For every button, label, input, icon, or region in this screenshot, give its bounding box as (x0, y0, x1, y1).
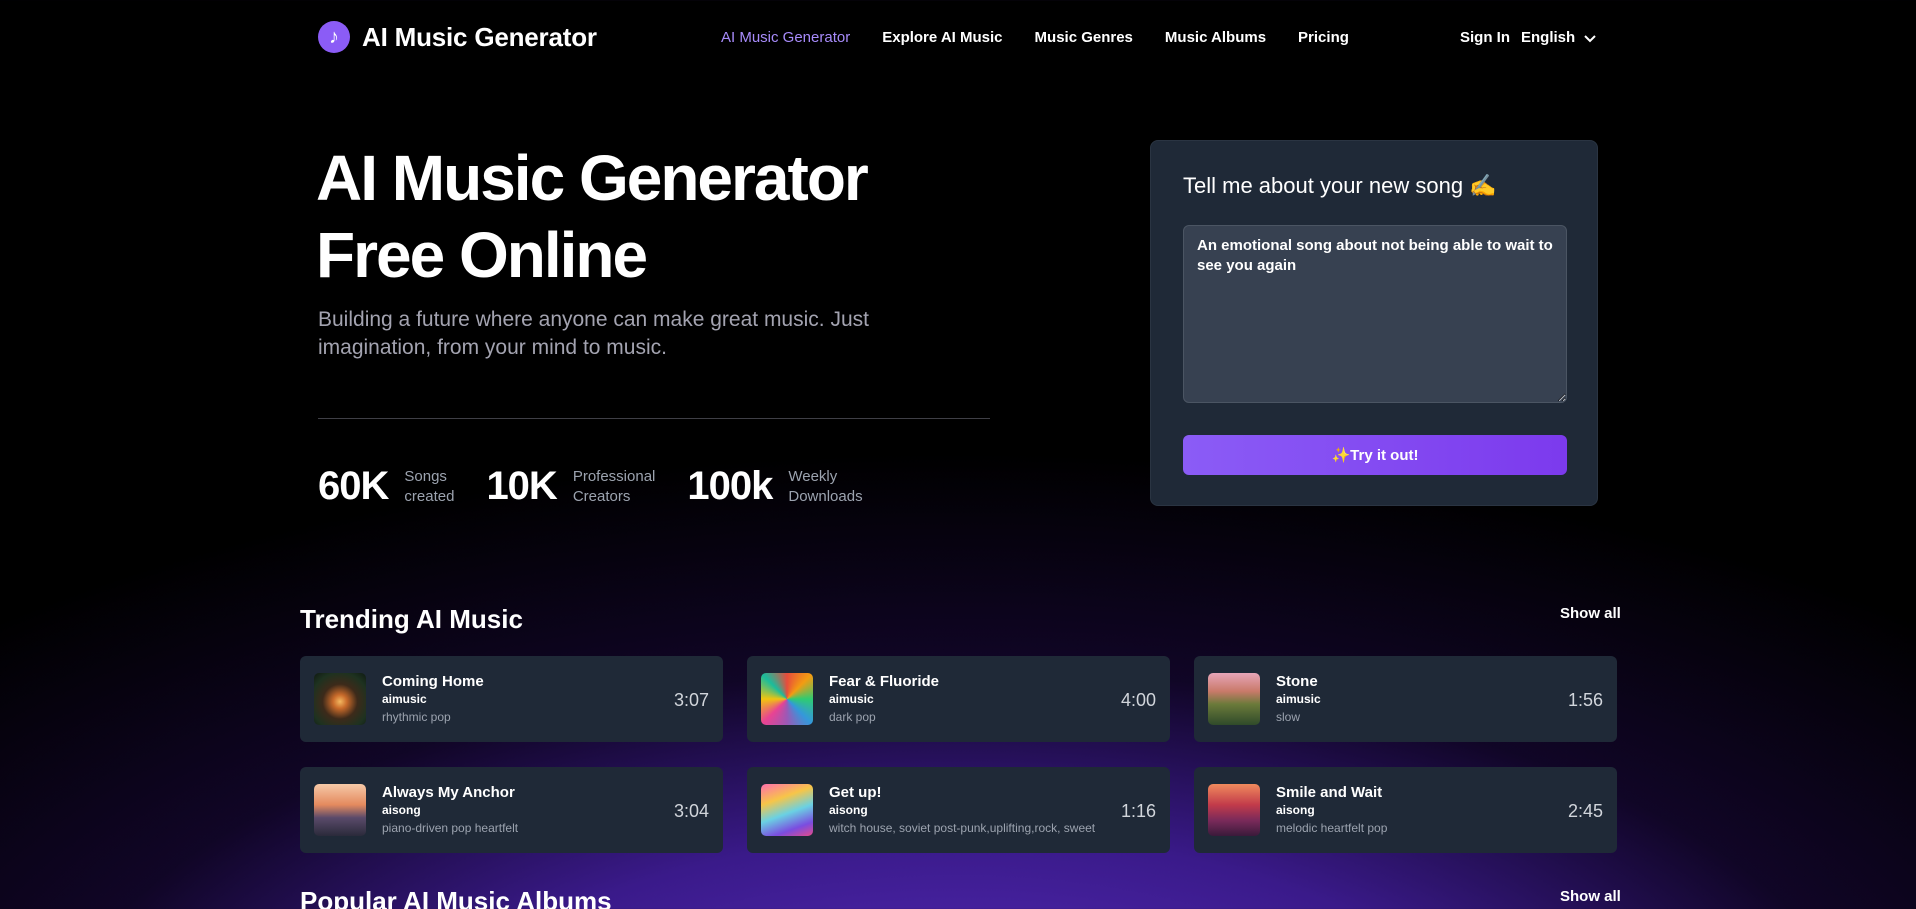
track-artist: aisong (382, 803, 421, 817)
track-genre: dark pop (829, 710, 876, 724)
track-cover-image (761, 784, 813, 836)
card-title: Tell me about your new song ✍️ (1183, 173, 1497, 198)
track-duration: 2:45 (1567, 801, 1603, 821)
track-genre: rhythmic pop (382, 710, 451, 724)
hero-title: AI Music Generator Free Online (316, 140, 936, 294)
track-duration: 1:56 (1567, 690, 1603, 710)
chevron-down-icon (1584, 34, 1596, 42)
trending-track-grid: Coming Home aimusic rhythmic pop 3:07 Fe… (300, 656, 1617, 853)
nav-pricing[interactable]: Pricing (1298, 29, 1349, 46)
sign-in-link[interactable]: Sign In (1460, 29, 1510, 46)
nav-music-genres[interactable]: Music Genres (1035, 29, 1133, 46)
track-cover-image (314, 784, 366, 836)
track-title: Fear & Fluoride (829, 673, 940, 690)
stat-weekly-downloads: 100k Weekly Downloads (687, 464, 862, 509)
site-logo[interactable]: ♪ AI Music Generator (318, 21, 597, 53)
stat-songs-created: 60K Songs created (318, 464, 454, 509)
main-nav: AI Music Generator Explore AI Music Musi… (721, 29, 1349, 46)
stat-value: 100k (687, 464, 773, 508)
nav-music-albums[interactable]: Music Albums (1165, 29, 1266, 46)
track-duration: 1:16 (1120, 801, 1156, 821)
track-genre: piano-driven pop heartfelt (382, 821, 519, 835)
track-artist: aisong (1276, 803, 1315, 817)
logo-text: AI Music Generator (362, 21, 597, 52)
track-card[interactable]: Always My Anchor aisong piano-driven pop… (300, 767, 723, 853)
stat-label: Weekly Downloads (788, 467, 863, 505)
song-prompt-card: Tell me about your new song ✍️ An emotio… (1150, 140, 1598, 506)
track-artist: aisong (829, 803, 868, 817)
track-genre: witch house, soviet post-punk,uplifting,… (829, 821, 1096, 835)
music-note-icon: ♪ (318, 21, 350, 53)
track-cover-image (761, 673, 813, 725)
track-duration: 3:07 (673, 690, 709, 710)
nav-explore-ai-music[interactable]: Explore AI Music (882, 29, 1002, 46)
stats-row: 60K Songs created 10K Professional Creator… (318, 464, 895, 509)
track-title: Get up! (829, 784, 882, 801)
track-duration: 3:04 (673, 801, 709, 821)
track-artist: aimusic (829, 692, 874, 706)
track-title: Always My Anchor (382, 784, 515, 801)
albums-show-all-link[interactable]: Show all (1560, 888, 1621, 905)
track-title: Stone (1276, 673, 1318, 690)
track-genre: melodic heartfelt pop (1276, 821, 1388, 835)
top-header: ♪ AI Music Generator AI Music Generator … (0, 0, 1916, 76)
song-description-input[interactable]: An emotional song about not being able t… (1183, 225, 1567, 403)
stat-professional-creators: 10K Professional Creators (486, 464, 655, 509)
track-duration: 4:00 (1120, 690, 1156, 710)
trending-section-title: Trending AI Music (300, 604, 523, 634)
hero-title-line1: AI Music Generator (316, 142, 869, 214)
hero-subtitle: Building a future where anyone can make … (318, 308, 869, 359)
stat-label: Songs created (404, 467, 455, 505)
track-cover-image (1208, 673, 1260, 725)
track-artist: aimusic (382, 692, 427, 706)
try-it-out-button[interactable]: ✨Try it out! (1183, 435, 1567, 475)
hero-divider (318, 418, 990, 419)
track-card[interactable]: Get up! aisong witch house, soviet post-… (747, 767, 1170, 853)
track-genre: slow (1276, 710, 1301, 724)
track-title: Coming Home (382, 673, 484, 690)
track-cover-image (314, 673, 366, 725)
language-label: English (1521, 29, 1576, 46)
track-card[interactable]: Coming Home aimusic rhythmic pop 3:07 (300, 656, 723, 742)
track-card[interactable]: Stone aimusic slow 1:56 (1194, 656, 1617, 742)
stat-value: 60K (318, 464, 389, 508)
trending-show-all-link[interactable]: Show all (1560, 605, 1621, 622)
nav-ai-music-generator[interactable]: AI Music Generator (721, 29, 850, 46)
albums-section-title: Popular AI Music Albums (300, 886, 612, 909)
language-selector[interactable]: English (1521, 29, 1597, 46)
hero-title-line2: Free Online (316, 219, 648, 291)
stat-value: 10K (486, 464, 557, 508)
track-card[interactable]: Fear & Fluoride aimusic dark pop 4:00 (747, 656, 1170, 742)
track-cover-image (1208, 784, 1260, 836)
stat-label: Professional Creators (572, 467, 656, 505)
track-artist: aimusic (1276, 692, 1321, 706)
track-title: Smile and Wait (1276, 784, 1383, 801)
track-card[interactable]: Smile and Wait aisong melodic heartfelt … (1194, 767, 1617, 853)
